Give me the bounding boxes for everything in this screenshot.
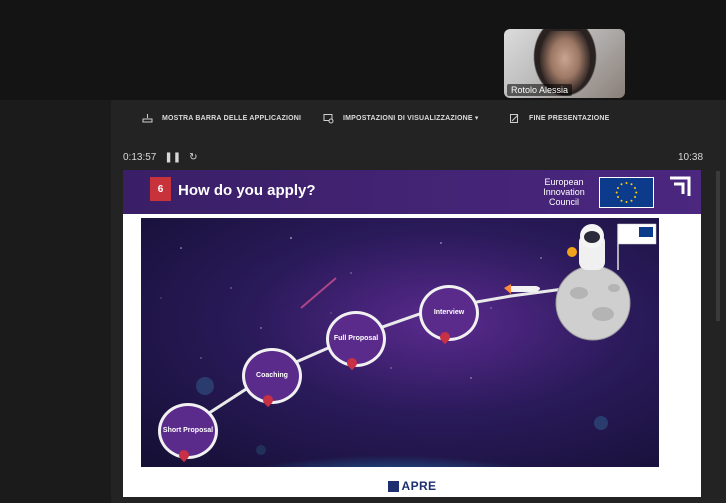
participant-video[interactable]: Rotolo Alessia — [504, 29, 625, 98]
astronaut-icon — [567, 224, 605, 270]
show-apps-label: MOSTRA BARRA DELLE APPLICAZIONI — [162, 114, 302, 122]
step-short-proposal[interactable]: Short Proposal — [158, 403, 218, 463]
end-presentation-label: FINE PRESENTAZIONE — [529, 114, 610, 122]
display-settings-label: IMPOSTAZIONI DI VISUALIZZAZIONE ▾ — [343, 115, 479, 122]
step-label: Short Proposal — [162, 427, 214, 434]
elapsed-time: 0:13:57 — [123, 152, 157, 163]
step-full-proposal[interactable]: Full Proposal — [326, 311, 386, 371]
slide-header: 6 How do you apply? European Innovation … — [123, 170, 701, 214]
step-coaching[interactable]: Coaching — [242, 348, 302, 408]
space-illustration: Short Proposal Coaching Full Proposal In… — [141, 218, 659, 467]
step-label: Coaching — [256, 372, 288, 379]
eic-label: European Innovation Council — [543, 177, 585, 207]
taskbar-icon — [142, 113, 153, 122]
step-label: Full Proposal — [333, 335, 379, 342]
stars-background — [160, 223, 657, 455]
presenter-toolbar: MOSTRA BARRA DELLE APPLICAZIONI IMPOSTAZ… — [111, 103, 726, 133]
end-presentation-button[interactable]: FINE PRESENTAZIONE — [509, 105, 609, 131]
end-presentation-icon — [510, 113, 519, 123]
step-label: Interview — [433, 309, 465, 316]
show-apps-button[interactable]: MOSTRA BARRA DELLE APPLICAZIONI — [142, 105, 301, 131]
current-time: 10:38 — [678, 152, 704, 163]
participant-name: Rotolo Alessia — [507, 84, 573, 96]
moon-icon — [555, 265, 631, 341]
apre-logo-text: APRE — [401, 479, 437, 493]
display-settings-icon — [323, 113, 334, 123]
slide-number-badge: 6 — [150, 177, 171, 201]
panel-scrollbar[interactable] — [716, 171, 720, 321]
restart-icon[interactable]: ↻ — [189, 152, 197, 163]
presentation-timer: 0:13:57 ❚❚ ↻ — [123, 152, 198, 163]
corner-logo-icon — [670, 176, 691, 196]
display-settings-button[interactable]: IMPOSTAZIONI DI VISUALIZZAZIONE ▾ — [323, 105, 479, 131]
slide-footer: APRE — [123, 475, 701, 497]
slide-title: How do you apply? — [178, 182, 316, 199]
pause-icon[interactable]: ❚❚ — [164, 152, 181, 163]
apre-logo-icon — [387, 480, 399, 492]
slide: 6 How do you apply? European Innovation … — [123, 170, 701, 497]
eu-flag-icon — [599, 177, 654, 208]
step-interview[interactable]: Interview — [419, 285, 479, 345]
